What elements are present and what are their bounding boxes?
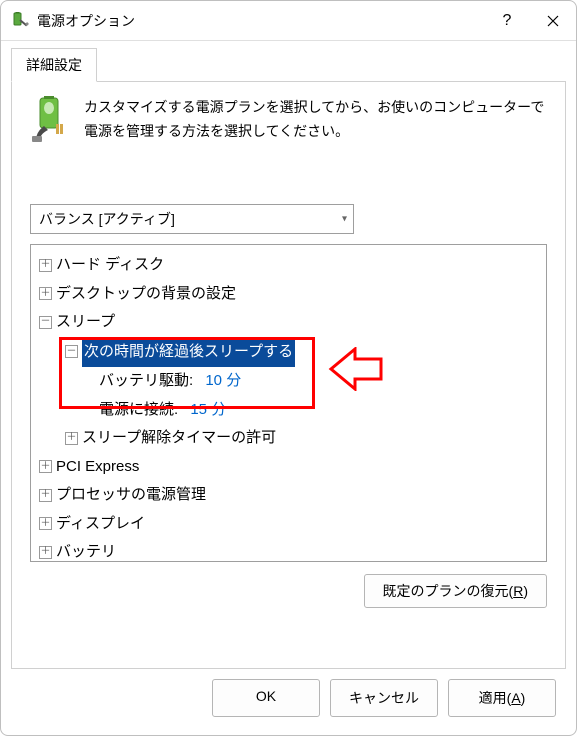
tree-item-display[interactable]: ＋ ディスプレイ xyxy=(35,510,542,539)
chevron-down-icon: ▾ xyxy=(342,214,347,225)
tree-item-processor[interactable]: ＋ プロセッサの電源管理 xyxy=(35,481,542,510)
tree-item-battery[interactable]: ＋ バッテリ xyxy=(35,538,542,562)
expand-icon[interactable]: ＋ xyxy=(39,259,52,272)
tree-item-wake-timers[interactable]: ＋ スリープ解除タイマーの許可 xyxy=(35,424,542,453)
expand-icon[interactable]: ＋ xyxy=(39,489,52,502)
power-plan-icon xyxy=(30,96,72,144)
window-title: 電源オプション xyxy=(37,11,484,31)
power-plan-value: バランス [アクティブ] xyxy=(39,209,175,229)
expand-icon[interactable]: ＋ xyxy=(39,517,52,530)
tree-item-hard-disk[interactable]: ＋ ハード ディスク xyxy=(35,251,542,280)
close-icon xyxy=(547,15,559,27)
tab-advanced-settings[interactable]: 詳細設定 xyxy=(11,48,97,82)
tree-item-sleep[interactable]: － スリープ xyxy=(35,308,542,337)
collapse-icon[interactable]: － xyxy=(65,345,78,358)
tree-item-ac-value[interactable]: 電源に接続: 15 分 xyxy=(35,396,542,425)
cancel-button[interactable]: キャンセル xyxy=(330,679,438,717)
restore-defaults-button[interactable]: 既定のプランの復元(R) xyxy=(364,574,547,608)
titlebar: 電源オプション ? xyxy=(1,1,576,41)
tree-item-sleep-after[interactable]: － 次の時間が経過後スリープする xyxy=(35,337,542,368)
help-button[interactable]: ? xyxy=(484,1,530,41)
expand-icon[interactable]: ＋ xyxy=(39,460,52,473)
collapse-icon[interactable]: － xyxy=(39,316,52,329)
close-button[interactable] xyxy=(530,1,576,41)
app-icon xyxy=(11,12,29,30)
tree-item-desktop-bg[interactable]: ＋ デスクトップの背景の設定 xyxy=(35,280,542,309)
apply-button[interactable]: 適用(A) xyxy=(448,679,556,717)
intro-text: カスタマイズする電源プランを選択してから、お使いのコンピューターで電源を管理する… xyxy=(84,96,547,144)
tree-item-pci-express[interactable]: ＋ PCI Express xyxy=(35,453,542,482)
ok-button[interactable]: OK xyxy=(212,679,320,717)
expand-icon[interactable]: ＋ xyxy=(65,432,78,445)
power-plan-select[interactable]: バランス [アクティブ] ▾ xyxy=(30,204,354,234)
tree-item-battery-value[interactable]: バッテリ駆動: 10 分 xyxy=(35,367,542,396)
expand-icon[interactable]: ＋ xyxy=(39,546,52,559)
expand-icon[interactable]: ＋ xyxy=(39,287,52,300)
settings-tree[interactable]: ＋ ハード ディスク ＋ デスクトップの背景の設定 － スリープ － 次の時間が… xyxy=(30,244,547,562)
